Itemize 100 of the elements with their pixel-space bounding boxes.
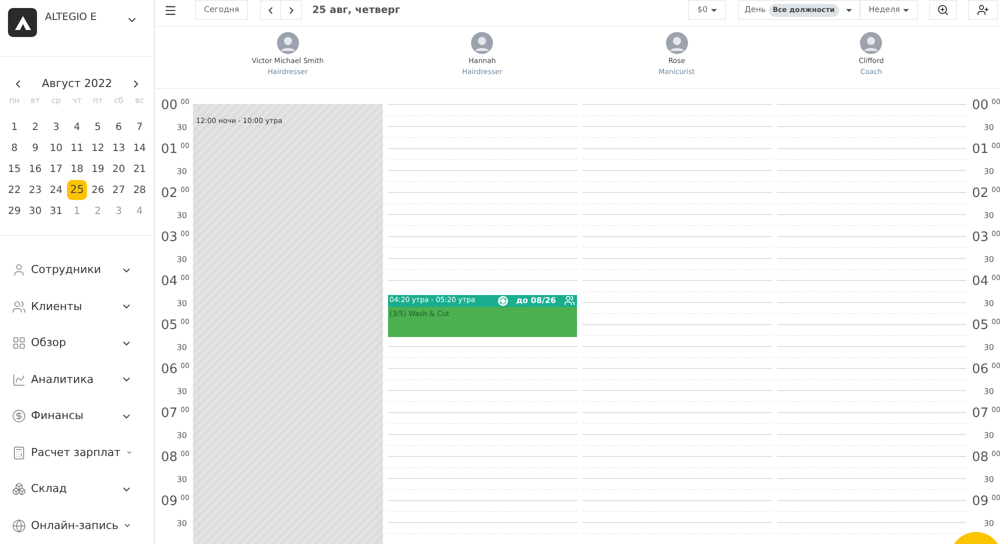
calendar-day[interactable]: 1 — [4, 117, 24, 137]
calendar-day[interactable]: 4 — [66, 117, 87, 137]
calendar-day[interactable]: 18 — [66, 159, 87, 179]
brand-name: ALTEGIO E — [45, 11, 98, 25]
hour-label: 01 — [161, 142, 178, 158]
hour-label: 04 — [161, 274, 178, 290]
hour-label: 08 — [161, 450, 178, 466]
avatar-icon — [276, 32, 299, 54]
avatar-icon — [666, 32, 688, 54]
calendar-day[interactable]: 25 — [66, 180, 87, 200]
weekday-label: пн — [8, 95, 21, 107]
nav-icon — [12, 263, 26, 278]
repeat-icon — [498, 296, 508, 306]
hour-label: 02 — [161, 186, 178, 202]
currency-dropdown[interactable]: $0 — [688, 0, 726, 20]
calendar-day[interactable]: 13 — [108, 138, 129, 158]
hour-label: 09 — [972, 494, 989, 510]
nav-item[interactable]: Финансы — [12, 398, 142, 434]
half-hour-label: 30 — [176, 475, 187, 485]
nav-icon — [12, 300, 26, 314]
calendar-day[interactable]: 27 — [108, 180, 129, 200]
hour-label: 00 — [972, 98, 989, 114]
nav-item[interactable]: Обзор — [12, 325, 142, 362]
calendar-day[interactable]: 9 — [25, 138, 46, 158]
hour-label: 06 — [972, 362, 989, 378]
calendar-day[interactable]: 15 — [4, 159, 24, 179]
calendar-day[interactable]: 21 — [130, 159, 150, 179]
today-button[interactable]: Сегодня — [195, 0, 248, 20]
calendar-day[interactable]: 23 — [25, 180, 46, 200]
half-hour-label: 30 — [176, 343, 187, 353]
nav-item[interactable]: Онлайн-запись — [12, 508, 142, 544]
add-user-button[interactable] — [968, 0, 998, 20]
calendar-day[interactable]: 31 — [46, 201, 66, 221]
calendar-day[interactable]: 6 — [108, 117, 129, 137]
calendar-day[interactable]: 12 — [88, 138, 108, 158]
nav-icon — [12, 336, 26, 350]
zoom-button[interactable] — [929, 0, 957, 20]
add-user-icon — [977, 4, 989, 16]
hour-label: 06 — [161, 362, 178, 378]
hour-label: 03 — [972, 230, 989, 246]
half-hour-label: 30 — [984, 167, 994, 177]
current-date: 25 авг, четверг — [312, 4, 400, 18]
hour-label: 03 — [161, 230, 178, 246]
calendar-day[interactable]: 26 — [88, 180, 108, 200]
month-label: Август 2022 — [42, 76, 112, 92]
calendar-day[interactable]: 14 — [130, 138, 150, 158]
calendar-day[interactable]: 17 — [46, 159, 66, 179]
calendar-day[interactable]: 24 — [46, 180, 66, 200]
calendar-day[interactable]: 22 — [4, 180, 24, 200]
hour-label: 08 — [972, 450, 989, 466]
half-hour-label: 30 — [176, 167, 187, 177]
half-hour-label: 30 — [176, 123, 187, 133]
half-hour-label: 30 — [176, 255, 187, 265]
calendar-day[interactable]: 8 — [4, 138, 24, 158]
zoom-in-icon — [937, 4, 949, 16]
hour-label: 02 — [972, 186, 989, 202]
half-hour-label: 30 — [984, 255, 994, 265]
logo[interactable] — [8, 8, 37, 37]
calendar-day[interactable]: 20 — [108, 159, 129, 179]
calendar-day[interactable]: 30 — [25, 201, 46, 221]
group-icon — [564, 295, 575, 306]
half-hour-label: 30 — [176, 519, 187, 529]
calendar-day[interactable]: 19 — [88, 159, 108, 179]
half-hour-label: 30 — [984, 387, 994, 397]
weekday-label: пт — [92, 95, 104, 107]
nav-item[interactable]: Аналитика — [12, 362, 142, 398]
weekday-label: сб — [113, 95, 124, 107]
calendar-day[interactable]: 5 — [88, 117, 108, 137]
calendar-day[interactable]: 29 — [4, 201, 24, 221]
half-hour-label: 30 — [984, 299, 994, 309]
hour-label: 07 — [972, 406, 989, 422]
nav-item[interactable]: Сотрудники — [12, 252, 142, 288]
nav-icon — [12, 372, 26, 387]
hour-label: 00 — [161, 98, 178, 114]
nav-icon — [12, 409, 26, 424]
weekday-label: вс — [134, 95, 146, 107]
day-label: День — [744, 4, 766, 16]
calendar-day[interactable]: 10 — [46, 138, 66, 158]
nav-item[interactable]: Склад — [12, 471, 142, 508]
calendar-day[interactable]: 16 — [25, 159, 46, 179]
nav-item[interactable]: Клиенты — [12, 288, 142, 325]
nav-item[interactable]: Расчет зарплат — [12, 434, 142, 471]
nav-icon — [12, 518, 26, 533]
half-hour-label: 30 — [176, 387, 187, 397]
menu-icon — [164, 4, 176, 16]
hour-label: 07 — [161, 406, 178, 422]
weekday-label: вт — [30, 95, 41, 107]
calendar-day[interactable]: 3 — [46, 117, 66, 137]
calendar-day[interactable]: 7 — [130, 117, 150, 137]
hour-label: 09 — [161, 494, 178, 510]
calendar-day[interactable]: 2 — [25, 117, 46, 137]
week-dropdown[interactable]: Неделя — [860, 0, 918, 20]
avatar-icon — [471, 32, 494, 54]
half-hour-label: 30 — [176, 431, 187, 441]
calendar-day[interactable]: 28 — [130, 180, 150, 200]
avatar-icon — [860, 32, 882, 54]
caret-icon — [846, 8, 852, 12]
half-hour-label: 30 — [176, 299, 187, 309]
hour-label: 01 — [972, 142, 989, 158]
calendar-day[interactable]: 11 — [66, 138, 87, 158]
